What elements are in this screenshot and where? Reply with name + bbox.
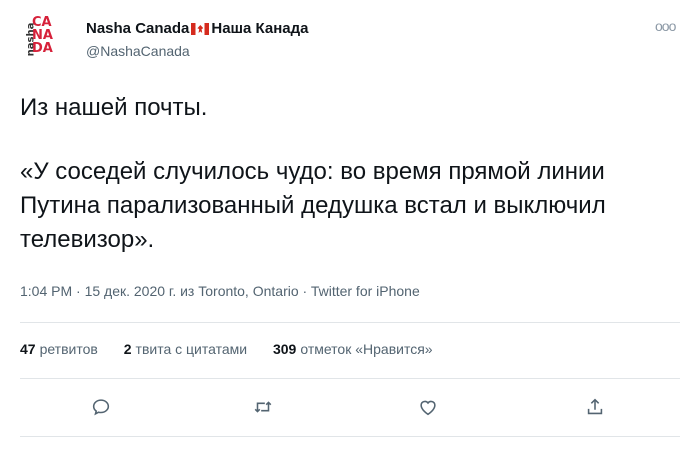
flag-canada-icon: [191, 23, 210, 35]
like-button[interactable]: [413, 392, 443, 422]
retweet-icon: [254, 401, 272, 413]
reply-icon: [92, 399, 110, 416]
divider: [20, 378, 680, 379]
share-icon: [587, 398, 603, 415]
tweet-stats: 47 ретвитов 2 твита с цитатами 309 отметок …: [20, 341, 455, 357]
retweets-label: ретвитов: [39, 341, 98, 357]
like-icon: [420, 400, 436, 416]
tweet-text-line1: Из нашей почты.: [20, 94, 208, 121]
divider: [20, 436, 680, 437]
tweet-timestamp[interactable]: 1:04 PM · 15 дек. 2020 г. из Toronto, On…: [20, 283, 420, 299]
avatar-logo-letters: CA NA DA: [32, 16, 64, 55]
display-name[interactable]: Nasha Canada Наша Канада: [86, 20, 309, 37]
tweet-text-quote: «У соседей случилось чудо: во время прям…: [20, 158, 606, 253]
avatar-letters-3: DA: [32, 41, 53, 56]
likes-label: отметок «Нравится»: [300, 341, 433, 357]
display-name-en: Nasha Canada: [86, 20, 190, 37]
quotes-count: 2: [123, 341, 132, 357]
user-handle[interactable]: @NashaCanada: [86, 43, 190, 59]
quotes-stat[interactable]: 2 твита с цитатами: [124, 341, 247, 357]
likes-count: 309: [272, 341, 297, 357]
tweet-card: nasha CA NA DA Nasha Canada Наша Канада @…: [0, 0, 700, 469]
action-bar: [0, 392, 700, 422]
retweets-count: 47: [20, 341, 36, 357]
quotes-label: твита с цитатами: [135, 341, 248, 357]
divider: [20, 322, 680, 323]
retweets-stat[interactable]: 47 ретвитов: [20, 341, 98, 357]
share-button[interactable]: [580, 392, 610, 422]
display-name-ru: Наша Канада: [211, 20, 309, 37]
avatar[interactable]: nasha CA NA DA: [20, 14, 68, 64]
likes-stat[interactable]: 309 отметок «Нравится»: [273, 341, 433, 357]
retweet-button[interactable]: [248, 392, 278, 422]
more-options-icon[interactable]: ooo: [655, 18, 676, 34]
reply-button[interactable]: [86, 392, 116, 422]
